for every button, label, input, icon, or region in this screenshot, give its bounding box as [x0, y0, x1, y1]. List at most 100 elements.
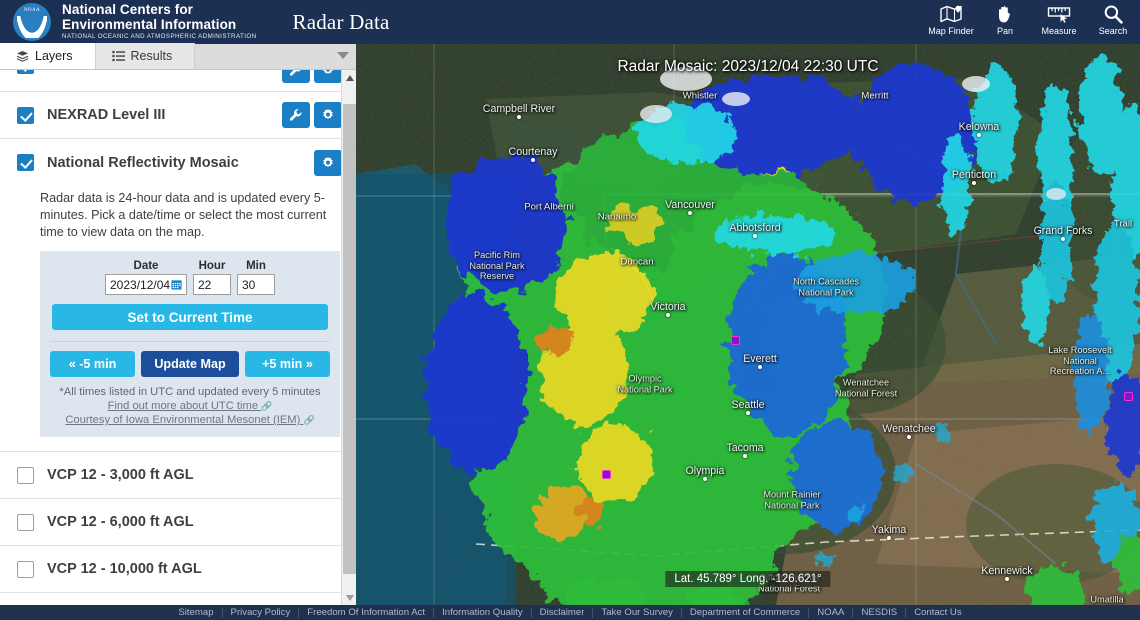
footer-link[interactable]: Contact Us [906, 607, 969, 618]
footer-link[interactable]: NOAA [809, 607, 854, 618]
tab-label: Results [130, 49, 173, 63]
calendar-icon[interactable] [171, 279, 182, 290]
scrollbar-thumb[interactable] [343, 104, 356, 574]
tool-label: Map Finder [928, 26, 974, 36]
hour-input[interactable]: 22 [193, 274, 231, 295]
footer-link[interactable]: NESDIS [853, 607, 907, 618]
map-viewport[interactable]: Radar Mosaic: 2023/12/04 22:30 UTC Campb… [356, 44, 1140, 605]
noaa-logo-icon: NOAA [13, 3, 51, 41]
radar-site-marker[interactable] [602, 470, 611, 479]
tool-label: Search [1098, 26, 1128, 36]
scroll-down-arrow-icon[interactable] [342, 590, 357, 605]
radar-data-app: NOAA National Centers for Environmental … [0, 0, 1140, 620]
footer-link[interactable]: Freedom Of Information Act [299, 607, 435, 618]
org-line-3: NATIONAL OCEANIC AND ATMOSPHERIC ADMINIS… [62, 33, 257, 41]
mosaic-settings-panel: Radar data is 24-hour data and is update… [0, 186, 356, 452]
footer-link[interactable]: Department of Commerce [682, 607, 810, 618]
footer-link[interactable]: Disclaimer [532, 607, 594, 618]
tool-measure[interactable]: Measure [1032, 3, 1086, 36]
map-city-dot [758, 365, 762, 369]
site-header: NOAA National Centers for Environmental … [0, 0, 1140, 44]
pan-hand-icon [995, 3, 1015, 25]
site-footer: Sitemap Privacy Policy Freedom Of Informat… [0, 605, 1140, 620]
map-city-dot [1005, 577, 1009, 581]
scroll-up-arrow-icon[interactable] [342, 70, 357, 85]
layer-row-vcp-12-3000[interactable]: VCP 12 - 3,000 ft AGL [0, 452, 356, 499]
layer-checkbox[interactable] [17, 513, 34, 531]
page-title: Radar Data [292, 9, 390, 34]
tool-search[interactable]: Search [1086, 3, 1140, 36]
date-field-group: Date 2023/12/04 [105, 260, 187, 295]
tool-label: Measure [1041, 26, 1077, 36]
radar-site-marker[interactable] [1124, 392, 1133, 401]
layer-checkbox[interactable] [17, 106, 34, 124]
date-input[interactable]: 2023/12/04 [105, 274, 187, 295]
layer-row-national-reflectivity-mosaic[interactable]: National Reflectivity Mosaic [0, 139, 356, 186]
min-field-group: Min 30 [237, 260, 275, 295]
chevron-down-icon[interactable] [337, 52, 349, 59]
date-value: 2023/12/04 [110, 277, 171, 292]
map-city-dot [703, 477, 707, 481]
tool-map-finder[interactable]: Map Finder [924, 3, 978, 36]
wrench-icon[interactable] [282, 70, 310, 83]
map-city-dot [907, 435, 911, 439]
layer-row-vcp-12-10000[interactable]: VCP 12 - 10,000 ft AGL [0, 546, 356, 593]
tool-pan[interactable]: Pan [978, 3, 1032, 36]
utc-note: *All times listed in UTC and updated eve… [59, 386, 321, 398]
gear-icon[interactable] [314, 102, 342, 128]
time-step-buttons: « -5 min Update Map +5 min » [50, 341, 330, 377]
plus-5-min-button[interactable]: +5 min » [244, 351, 330, 377]
layer-checkbox[interactable] [17, 560, 34, 578]
sidebar-scrollbar[interactable] [341, 70, 357, 605]
footer-link[interactable]: Privacy Policy [223, 607, 300, 618]
tool-label: Pan [996, 26, 1013, 36]
radar-map-canvas[interactable] [356, 44, 1140, 605]
sidebar-tabbar: Layers Results [0, 43, 356, 70]
hour-label: Hour [198, 260, 226, 272]
gear-icon[interactable] [314, 149, 342, 176]
layer-label: National Reflectivity Mosaic [47, 154, 239, 171]
layers-icon [16, 51, 29, 62]
map-title-banner: Radar Mosaic: 2023/12/04 22:30 UTC [617, 58, 879, 75]
layer-actions [282, 70, 342, 83]
map-city-dot [666, 313, 670, 317]
map-city-dot [753, 234, 757, 238]
layer-label: VCP 12 - 3,000 ft AGL [47, 467, 194, 483]
utc-info-link[interactable]: Find out more about UTC time 🔗 [50, 400, 330, 412]
tab-results[interactable]: Results [95, 43, 196, 69]
external-link-icon: 🔗 [303, 415, 315, 425]
minus-5-min-button[interactable]: « -5 min [50, 351, 136, 377]
min-label: Min [246, 260, 266, 272]
radar-site-marker[interactable] [731, 336, 740, 345]
coordinates-readout: Lat. 45.789° Long. -126.621° [665, 571, 831, 587]
update-map-button[interactable]: Update Map [141, 351, 239, 377]
min-input[interactable]: 30 [237, 274, 275, 295]
map-city-dot [972, 181, 976, 185]
layer-label: NEXRAD Level II [47, 70, 161, 73]
gear-icon[interactable] [314, 70, 342, 83]
layer-row-nexrad-level-iii[interactable]: NEXRAD Level III [0, 92, 356, 139]
footer-link[interactable]: Information Quality [434, 607, 532, 618]
layer-list: NEXRAD Level II NEXRAD Level III [0, 70, 356, 605]
iem-credit-link[interactable]: Courtesy of Iowa Environmental Mesonet (… [50, 414, 330, 426]
org-line-2: Environmental Information [62, 16, 237, 32]
layer-checkbox[interactable] [17, 154, 34, 171]
measure-ruler-icon [1047, 3, 1071, 25]
map-finder-icon [940, 3, 962, 25]
map-city-dot [746, 411, 750, 415]
layer-row-vcp-12-6000[interactable]: VCP 12 - 6,000 ft AGL [0, 499, 356, 546]
footer-link[interactable]: Take Our Survey [593, 607, 682, 618]
layer-checkbox[interactable] [17, 466, 34, 484]
mosaic-description: Radar data is 24-hour data and is update… [40, 191, 327, 239]
map-city-dot [688, 211, 692, 215]
layer-row-nexrad-level-ii[interactable]: NEXRAD Level II [0, 70, 356, 92]
footer-link[interactable]: Sitemap [170, 607, 223, 618]
layers-sidebar: Layers Results NEXRAD Level III National… [0, 43, 357, 605]
map-city-dot [743, 454, 747, 458]
set-to-current-time-button[interactable]: Set to Current Time [52, 304, 328, 330]
tab-layers[interactable]: Layers [0, 43, 96, 69]
layer-label: VCP 12 - 6,000 ft AGL [47, 514, 194, 530]
wrench-icon[interactable] [282, 102, 310, 128]
layer-label: NEXRAD Level III [47, 107, 166, 123]
layer-checkbox[interactable] [17, 70, 34, 74]
